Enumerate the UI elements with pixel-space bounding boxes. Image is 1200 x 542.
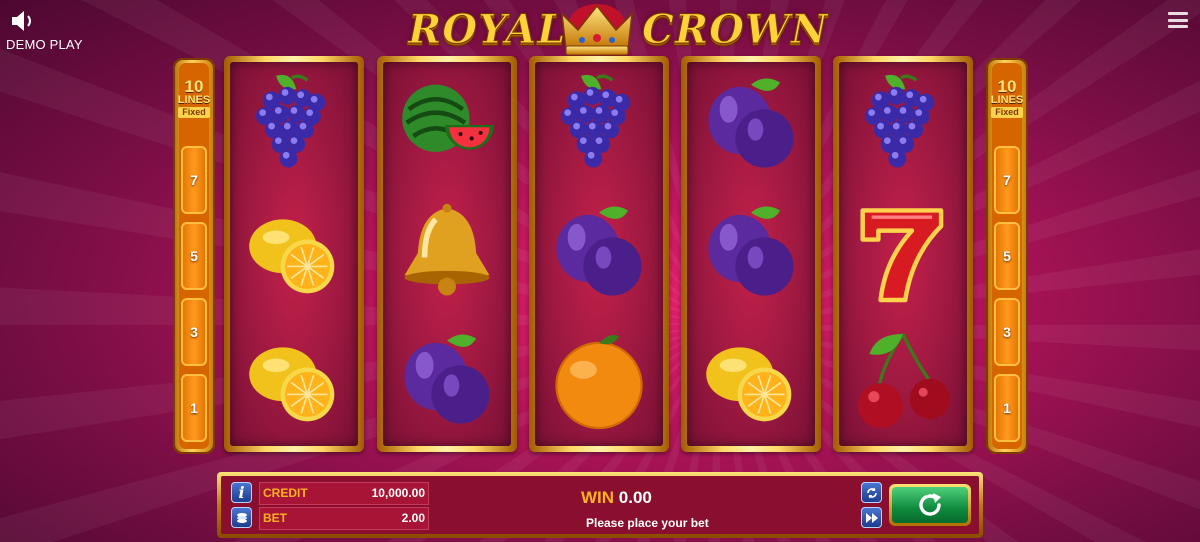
credit-field: CREDIT 10,000.00 bbox=[259, 482, 429, 505]
grapes-symbol bbox=[839, 62, 967, 188]
spin-icon bbox=[919, 493, 941, 516]
coin-stack-icon[interactable] bbox=[231, 507, 252, 528]
demo-play-label: DEMO PLAY bbox=[6, 37, 83, 52]
info-icon[interactable]: i bbox=[231, 482, 252, 503]
bet-field: BET 2.00 bbox=[259, 507, 429, 530]
credit-value: 10,000.00 bbox=[371, 486, 425, 500]
plum-symbol bbox=[535, 190, 663, 316]
spin-button[interactable] bbox=[889, 484, 971, 526]
credit-label: CREDIT bbox=[263, 486, 308, 500]
hamburger-menu-icon[interactable] bbox=[1168, 12, 1188, 28]
lines-badge: 10 LINES Fixed bbox=[177, 77, 211, 118]
logo-word-left: ROYAL bbox=[407, 6, 567, 54]
lemon-symbol bbox=[230, 318, 358, 444]
plum-symbol bbox=[687, 62, 815, 188]
line-marker: 1 bbox=[994, 374, 1020, 442]
paylines-indicator-right: 10 LINES Fixed 7 5 3 1 bbox=[986, 58, 1028, 454]
seven-symbol bbox=[839, 190, 967, 316]
win-label: WIN bbox=[581, 488, 615, 507]
line-marker: 1 bbox=[181, 374, 207, 442]
status-message: Please place your bet bbox=[586, 516, 709, 530]
win-display: WIN 0.00 bbox=[581, 488, 652, 508]
bell-symbol bbox=[383, 190, 511, 316]
reel bbox=[833, 56, 973, 452]
autoplay-icon[interactable] bbox=[861, 482, 882, 503]
lines-badge: 10 LINES Fixed bbox=[990, 77, 1024, 118]
reel bbox=[529, 56, 669, 452]
watermelon-symbol bbox=[383, 62, 511, 188]
lemon-symbol bbox=[687, 318, 815, 444]
line-marker: 7 bbox=[181, 146, 207, 214]
logo-word-right: CROWN bbox=[641, 6, 829, 54]
game-logo: ROYAL CROWN bbox=[400, 0, 830, 64]
line-marker: 5 bbox=[181, 222, 207, 290]
control-panel: i CREDIT 10,000.00 BET 2.00 WIN 0.00 Ple… bbox=[217, 472, 983, 538]
bet-value: 2.00 bbox=[401, 511, 425, 525]
line-marker: 3 bbox=[994, 298, 1020, 366]
orange-symbol bbox=[535, 318, 663, 444]
cherries-symbol bbox=[839, 318, 967, 444]
bet-label: BET bbox=[263, 511, 287, 525]
fast-forward-icon[interactable] bbox=[861, 507, 882, 528]
reel bbox=[224, 56, 364, 452]
line-marker: 3 bbox=[181, 298, 207, 366]
win-value: 0.00 bbox=[618, 488, 652, 507]
plum-symbol bbox=[383, 318, 511, 444]
reel bbox=[377, 56, 517, 452]
crown-icon bbox=[561, 4, 633, 56]
paylines-indicator-left: 10 LINES Fixed 7 5 3 1 bbox=[173, 58, 215, 454]
grapes-symbol bbox=[535, 62, 663, 188]
reel bbox=[681, 56, 821, 452]
line-marker: 7 bbox=[994, 146, 1020, 214]
lemon-symbol bbox=[230, 190, 358, 316]
line-marker: 5 bbox=[994, 222, 1020, 290]
plum-symbol bbox=[687, 190, 815, 316]
speaker-icon[interactable] bbox=[9, 8, 37, 34]
grapes-symbol bbox=[230, 62, 358, 188]
